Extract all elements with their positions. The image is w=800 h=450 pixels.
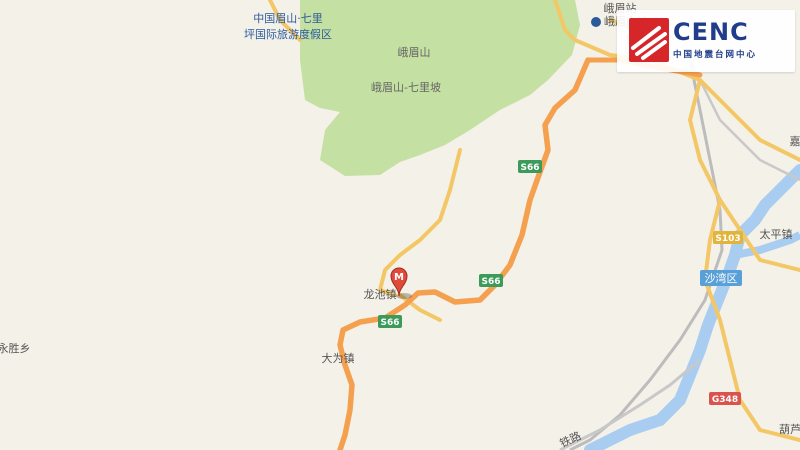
- label-mountain-qilipo: 峨眉山-七里坡: [371, 81, 441, 94]
- cenc-logo: CENC 中国地震台网中心: [617, 10, 795, 72]
- label-scenic-area: 中国眉山·七里: [253, 12, 323, 25]
- shield-s66-c: S66: [378, 315, 402, 328]
- svg-text:S66: S66: [481, 277, 500, 287]
- svg-text:沙湾区: 沙湾区: [705, 271, 738, 285]
- cenc-logo-text: CENC: [673, 18, 749, 46]
- label-yongsheng: 永胜乡: [0, 341, 31, 355]
- label-mountain: 峨眉山: [398, 46, 431, 59]
- svg-text:S103: S103: [715, 234, 740, 244]
- svg-text:S66: S66: [520, 163, 539, 173]
- svg-text:S66: S66: [380, 318, 399, 328]
- label-taiping: 太平镇: [760, 227, 793, 241]
- shield-s103: S103: [713, 231, 743, 244]
- cenc-logo-icon: [629, 18, 669, 62]
- shield-s66-b: S66: [479, 274, 503, 287]
- shield-g348: G348: [709, 392, 741, 405]
- label-longchi: 龙池镇: [364, 287, 397, 301]
- shield-s66-a: S66: [518, 160, 542, 173]
- station-icon: [591, 17, 601, 27]
- label-jia: 嘉: [790, 134, 800, 148]
- cenc-logo-subtitle: 中国地震台网中心: [673, 50, 758, 60]
- svg-text:M: M: [394, 272, 404, 283]
- label-scenic-area-2: 坪国际旅游度假区: [244, 27, 332, 41]
- district-label-shawan: 沙湾区: [700, 270, 742, 286]
- label-hulu: 葫芦: [779, 423, 800, 436]
- svg-text:G348: G348: [712, 395, 738, 405]
- label-dawei: 大为镇: [322, 351, 355, 365]
